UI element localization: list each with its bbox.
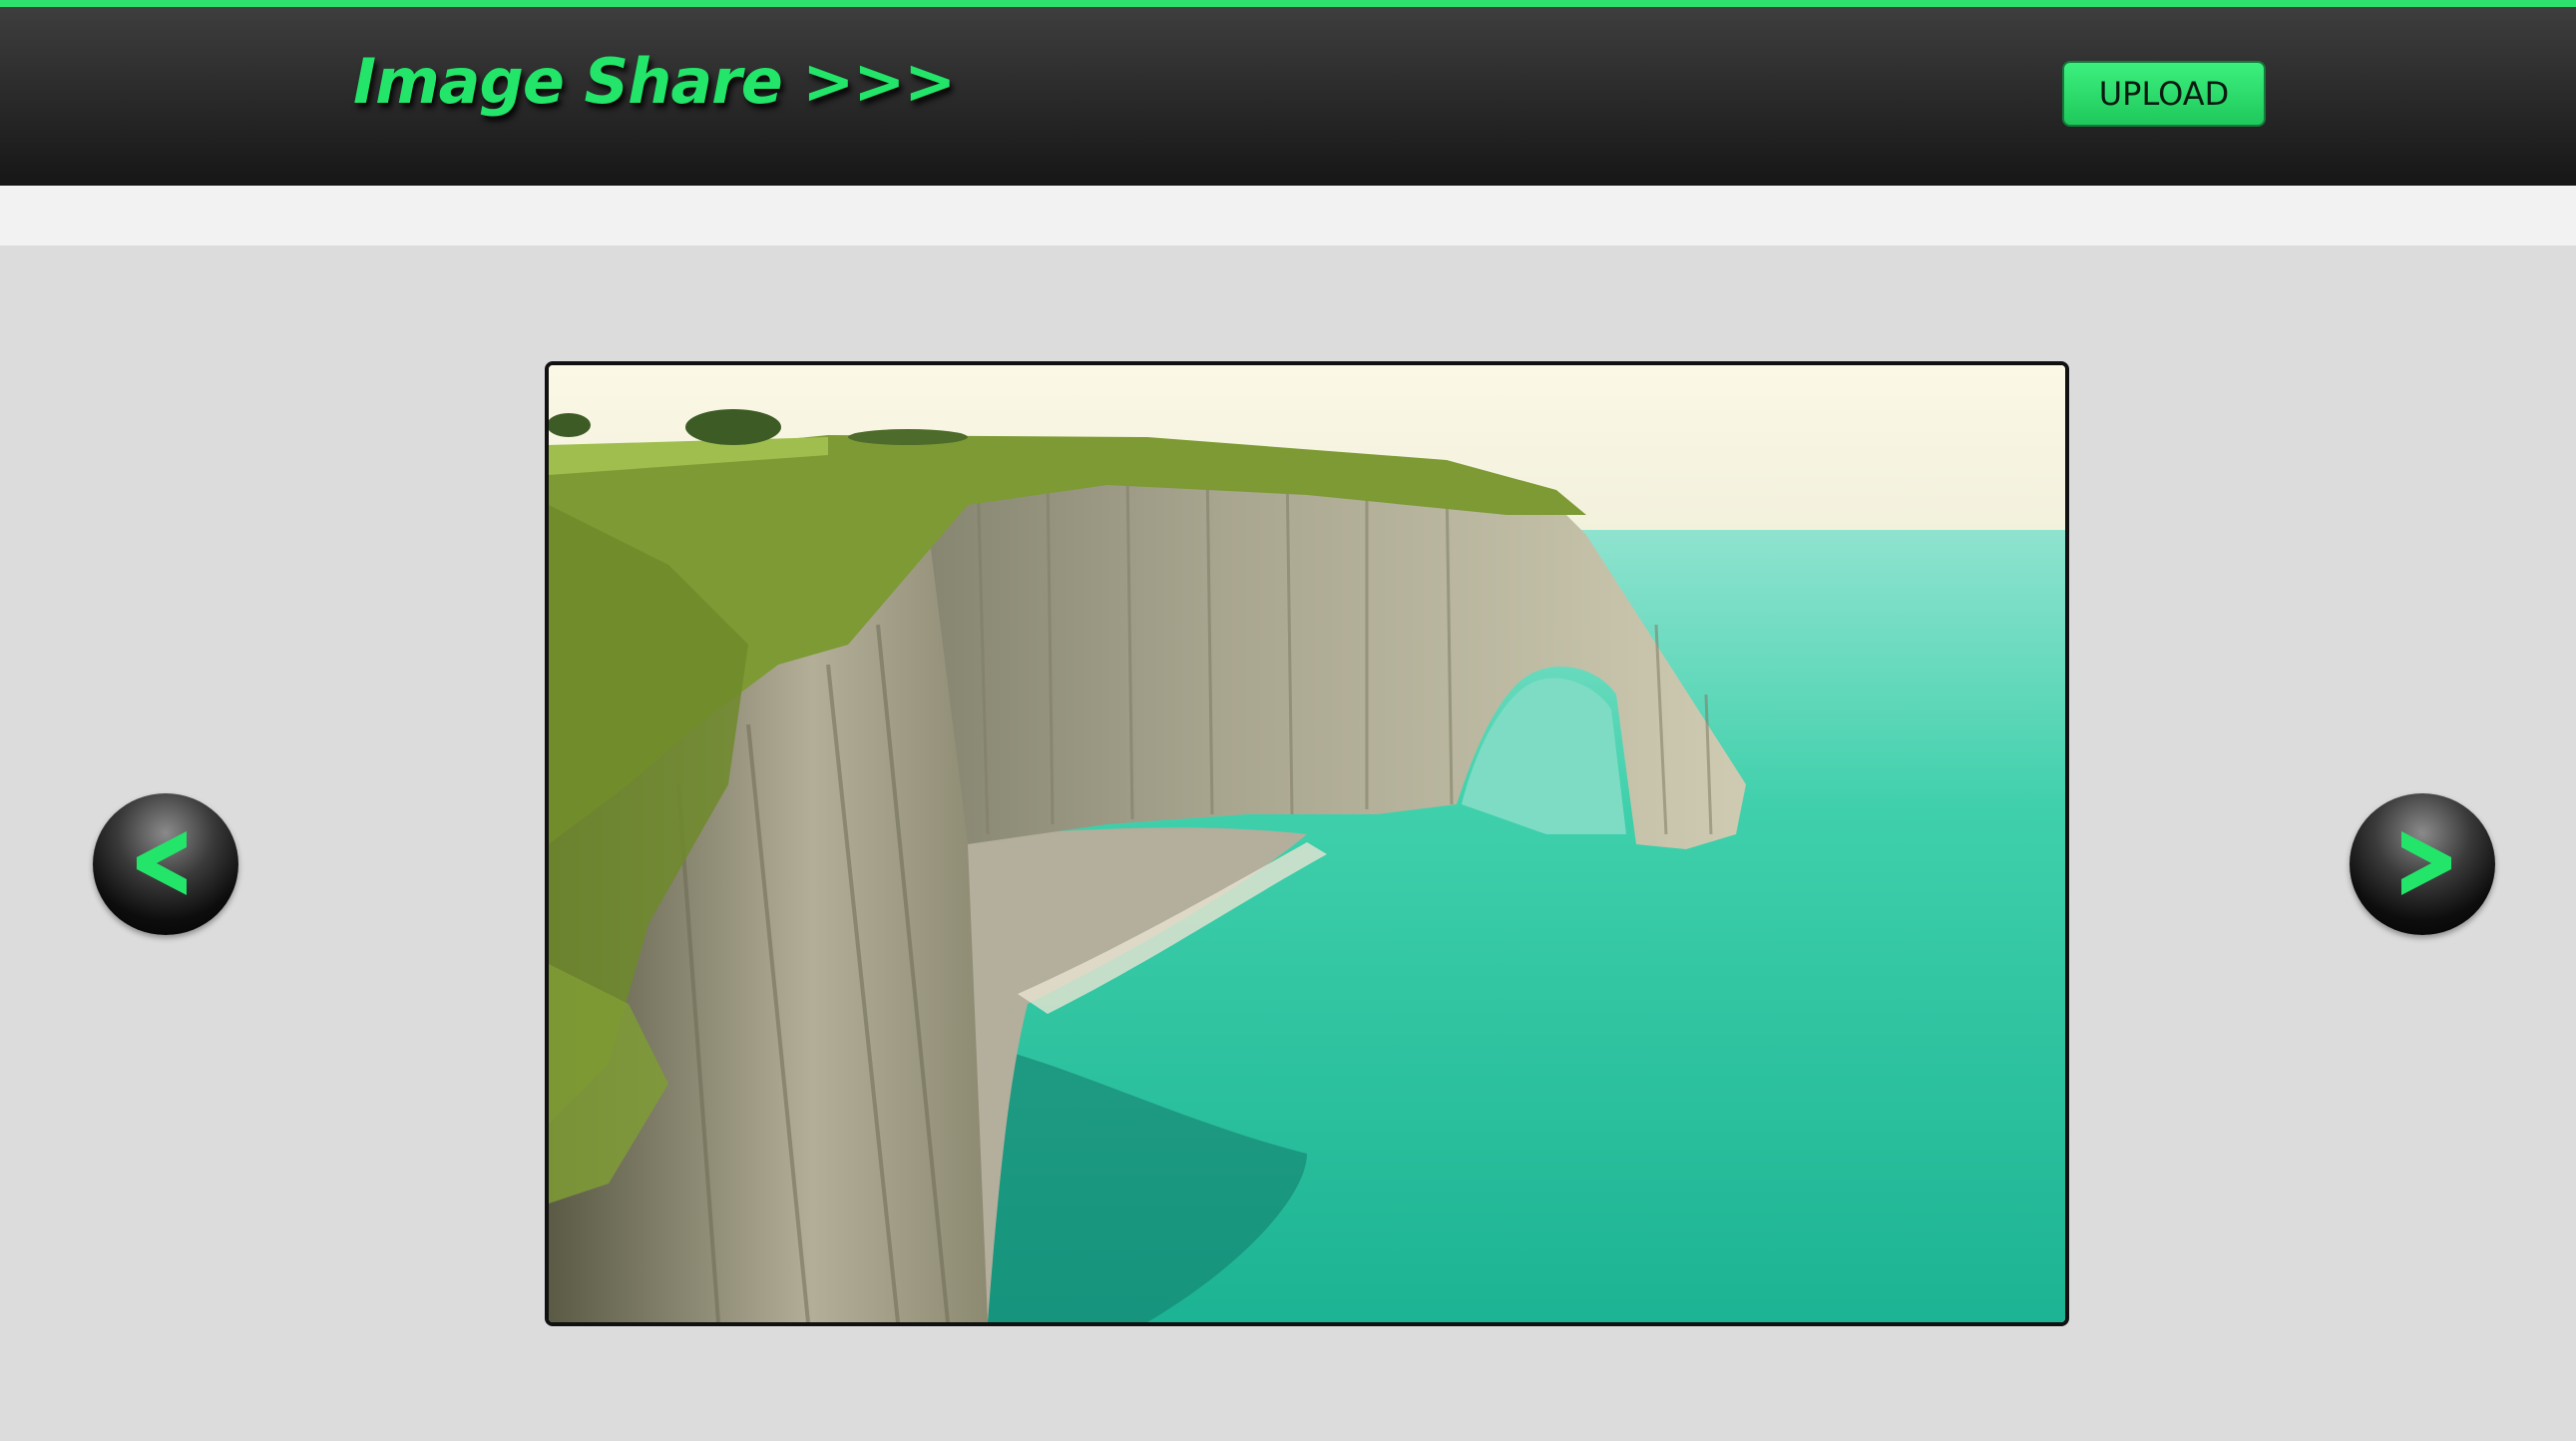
chevron-left-icon [137, 831, 187, 895]
previous-image-button[interactable] [93, 793, 238, 935]
upload-button[interactable]: UPLOAD [2062, 61, 2266, 127]
header-bar: Image Share >>> UPLOAD [0, 0, 2576, 186]
sub-toolbar [0, 186, 2576, 245]
site-logo[interactable]: Image Share >>> [353, 45, 956, 118]
next-image-button[interactable] [2350, 793, 2495, 935]
image-viewer-frame [545, 361, 2069, 1326]
chevron-right-icon [2401, 831, 2451, 895]
cliff-photo[interactable] [549, 365, 2065, 1322]
